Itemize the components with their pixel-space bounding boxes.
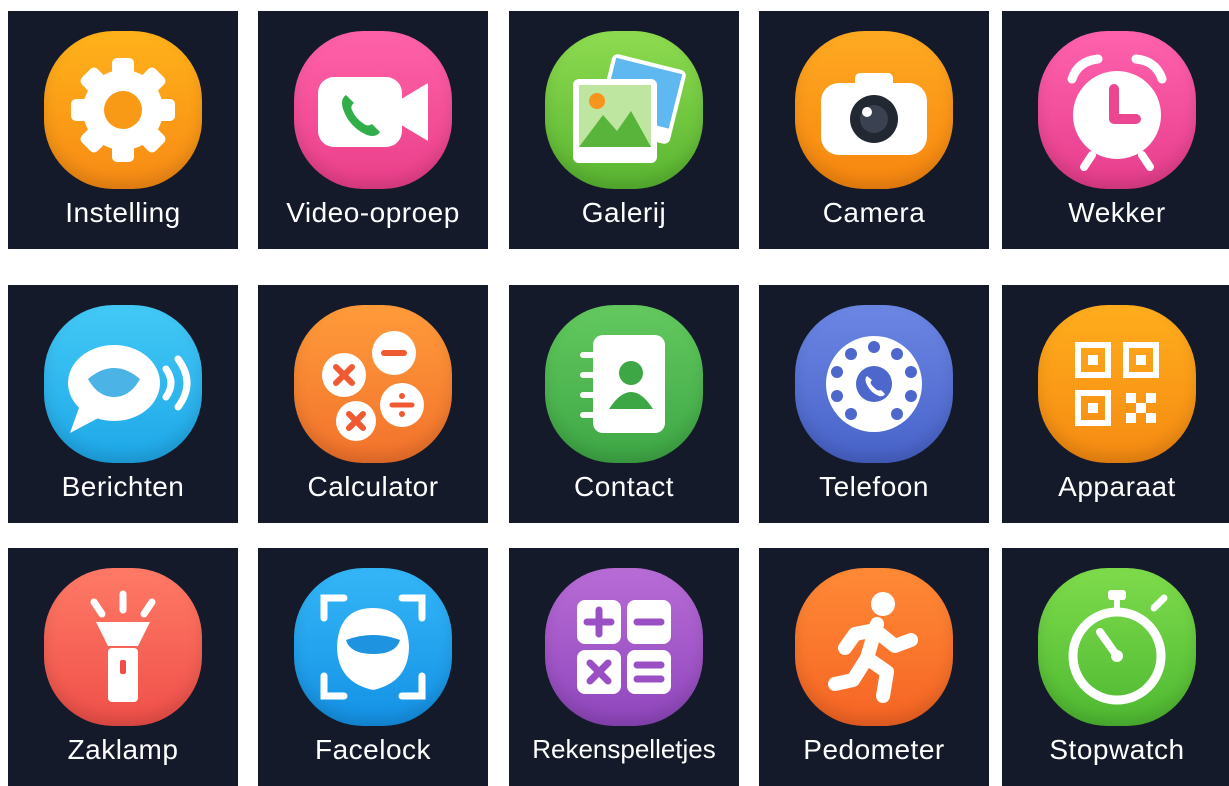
app-label: Wekker (1068, 197, 1166, 228)
app-tile-galerij[interactable]: Galerij (509, 11, 739, 249)
alarm-clock-icon (1038, 31, 1196, 189)
qr-code-icon (1038, 305, 1196, 463)
app-label: Video-oproep (286, 197, 460, 228)
app-label: Pedometer (803, 734, 945, 765)
app-label: Apparaat (1058, 471, 1176, 502)
gear-icon (44, 31, 202, 189)
camera-icon (795, 31, 953, 189)
running-person-icon (795, 568, 953, 726)
app-label: Contact (574, 471, 674, 502)
app-tile-berichten[interactable]: Berichten (8, 285, 238, 523)
math-games-icon (545, 568, 703, 726)
app-label: Galerij (581, 197, 667, 228)
app-label: Camera (822, 197, 926, 228)
app-label: Stopwatch (1049, 734, 1185, 765)
app-tile-wekker[interactable]: Wekker (1002, 11, 1229, 249)
app-label: Facelock (314, 734, 432, 765)
app-tile-contact[interactable]: Contact (509, 285, 739, 523)
app-tile-instelling[interactable]: Instelling (8, 11, 238, 249)
gallery-icon (545, 31, 703, 189)
app-label: Rekenspelletjes (532, 734, 716, 764)
app-tile-stopwatch[interactable]: Stopwatch (1002, 548, 1229, 786)
face-scan-icon (294, 568, 452, 726)
app-tile-camera[interactable]: Camera (759, 11, 989, 249)
contact-book-icon (545, 305, 703, 463)
app-tile-telefoon[interactable]: Telefoon (759, 285, 989, 523)
app-label: Berichten (61, 471, 185, 502)
app-label: Telefoon (819, 471, 929, 502)
app-tile-video-oproep[interactable]: Video-oproep (258, 11, 488, 249)
app-tile-zaklamp[interactable]: Zaklamp (8, 548, 238, 786)
rotary-phone-icon (795, 305, 953, 463)
app-tile-pedometer[interactable]: Pedometer (759, 548, 989, 786)
calculator-bubbles-icon (294, 305, 452, 463)
app-tile-calculator[interactable]: Calculator (258, 285, 488, 523)
stopwatch-icon (1038, 568, 1196, 726)
app-label: Zaklamp (67, 734, 179, 765)
app-label: Instelling (65, 197, 181, 228)
video-call-icon (294, 31, 452, 189)
message-icon (44, 305, 202, 463)
app-tile-apparaat[interactable]: Apparaat (1002, 285, 1229, 523)
app-label: Calculator (307, 471, 439, 502)
app-tile-facelock[interactable]: Facelock (258, 548, 488, 786)
flashlight-icon (44, 568, 202, 726)
app-tile-rekenspelletjes[interactable]: Rekenspelletjes (509, 548, 739, 786)
